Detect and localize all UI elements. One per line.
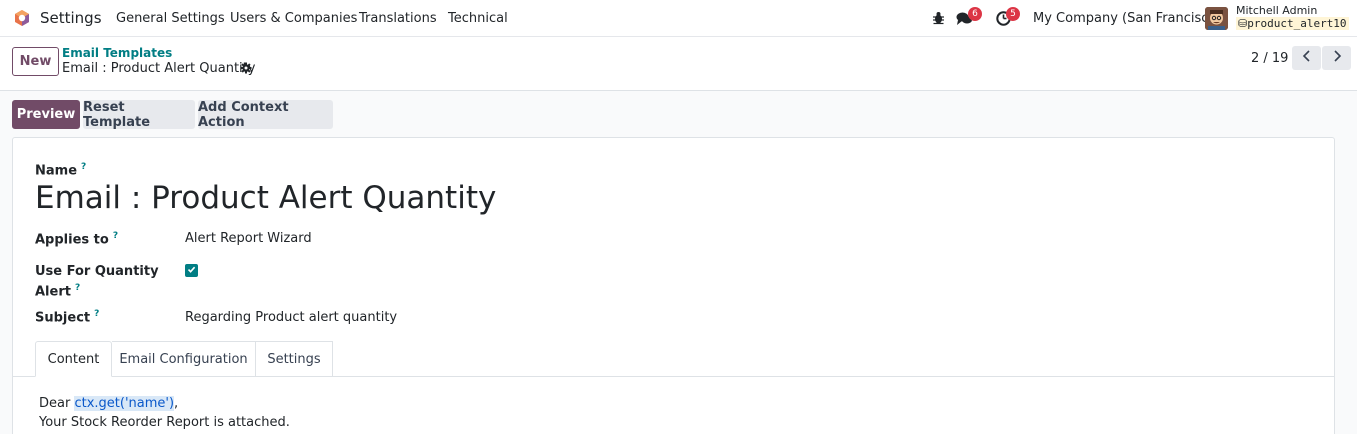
debug-bug-icon[interactable] — [932, 11, 945, 29]
use-for-quantity-checkbox[interactable] — [185, 264, 198, 277]
menu-translations[interactable]: Translations — [359, 11, 437, 26]
gear-icon[interactable] — [240, 62, 252, 78]
applies-to-field[interactable]: Alert Report Wizard — [185, 231, 312, 246]
pager-value[interactable]: 2 / 19 — [1251, 51, 1288, 66]
user-avatar[interactable] — [1205, 7, 1228, 30]
tab-email-configuration[interactable]: Email Configuration — [112, 341, 256, 377]
help-tooltip-icon[interactable]: ? — [81, 162, 86, 172]
breadcrumb-parent[interactable]: Email Templates — [62, 46, 172, 60]
tab-content[interactable]: Content — [35, 341, 112, 377]
help-tooltip-icon[interactable]: ? — [75, 283, 80, 293]
app-name[interactable]: Settings — [40, 9, 102, 27]
reset-template-button[interactable]: Reset Template — [83, 100, 195, 130]
new-button[interactable]: New — [12, 47, 59, 76]
top-navbar: Settings General Settings Users & Compan… — [0, 0, 1357, 37]
company-switcher[interactable]: My Company (San Francisco) — [1033, 11, 1221, 26]
body-text-line[interactable]: Your Stock Reorder Report is attached. — [39, 415, 290, 430]
name-label: Name? — [35, 162, 87, 179]
subject-field[interactable]: Regarding Product alert quantity — [185, 310, 397, 325]
menu-users-companies[interactable]: Users & Companies — [230, 11, 357, 26]
breadcrumb-current: Email : Product Alert Quantity — [62, 61, 256, 76]
database-name: ⛁product_alert10 — [1236, 17, 1349, 30]
help-tooltip-icon[interactable]: ? — [94, 309, 99, 319]
odoo-logo-icon[interactable] — [13, 9, 31, 27]
activities-badge: 5 — [1006, 7, 1020, 21]
pager-next-button[interactable] — [1322, 46, 1351, 70]
name-field[interactable]: Email : Product Alert Quantity — [35, 180, 496, 216]
applies-to-label: Applies to? — [35, 231, 119, 248]
template-expression: ctx.get('name') — [74, 396, 175, 411]
pager-previous-button[interactable] — [1292, 46, 1321, 70]
help-tooltip-icon[interactable]: ? — [113, 231, 118, 241]
user-name[interactable]: Mitchell Admin — [1236, 4, 1317, 17]
menu-general-settings[interactable]: General Settings — [116, 11, 225, 26]
control-panel: New Email Templates Email : Product Aler… — [0, 37, 1357, 91]
database-icon: ⛁ — [1238, 17, 1248, 30]
use-for-quantity-label-line1: Use For Quantity — [35, 264, 159, 279]
menu-technical[interactable]: Technical — [448, 11, 508, 26]
subject-label: Subject? — [35, 309, 100, 326]
body-greeting-line[interactable]: Dear ctx.get('name'), — [39, 396, 178, 411]
add-context-action-button[interactable]: Add Context Action — [198, 100, 333, 130]
preview-button[interactable]: Preview — [12, 100, 80, 129]
checkmark-icon — [187, 263, 196, 278]
tab-settings[interactable]: Settings — [256, 341, 333, 377]
use-for-quantity-label-line2: Alert? — [35, 283, 81, 300]
chevron-right-icon — [1332, 50, 1342, 66]
form-sheet: Name? Email : Product Alert Quantity App… — [12, 137, 1335, 434]
chevron-left-icon — [1302, 50, 1312, 66]
messages-badge: 6 — [968, 7, 982, 21]
